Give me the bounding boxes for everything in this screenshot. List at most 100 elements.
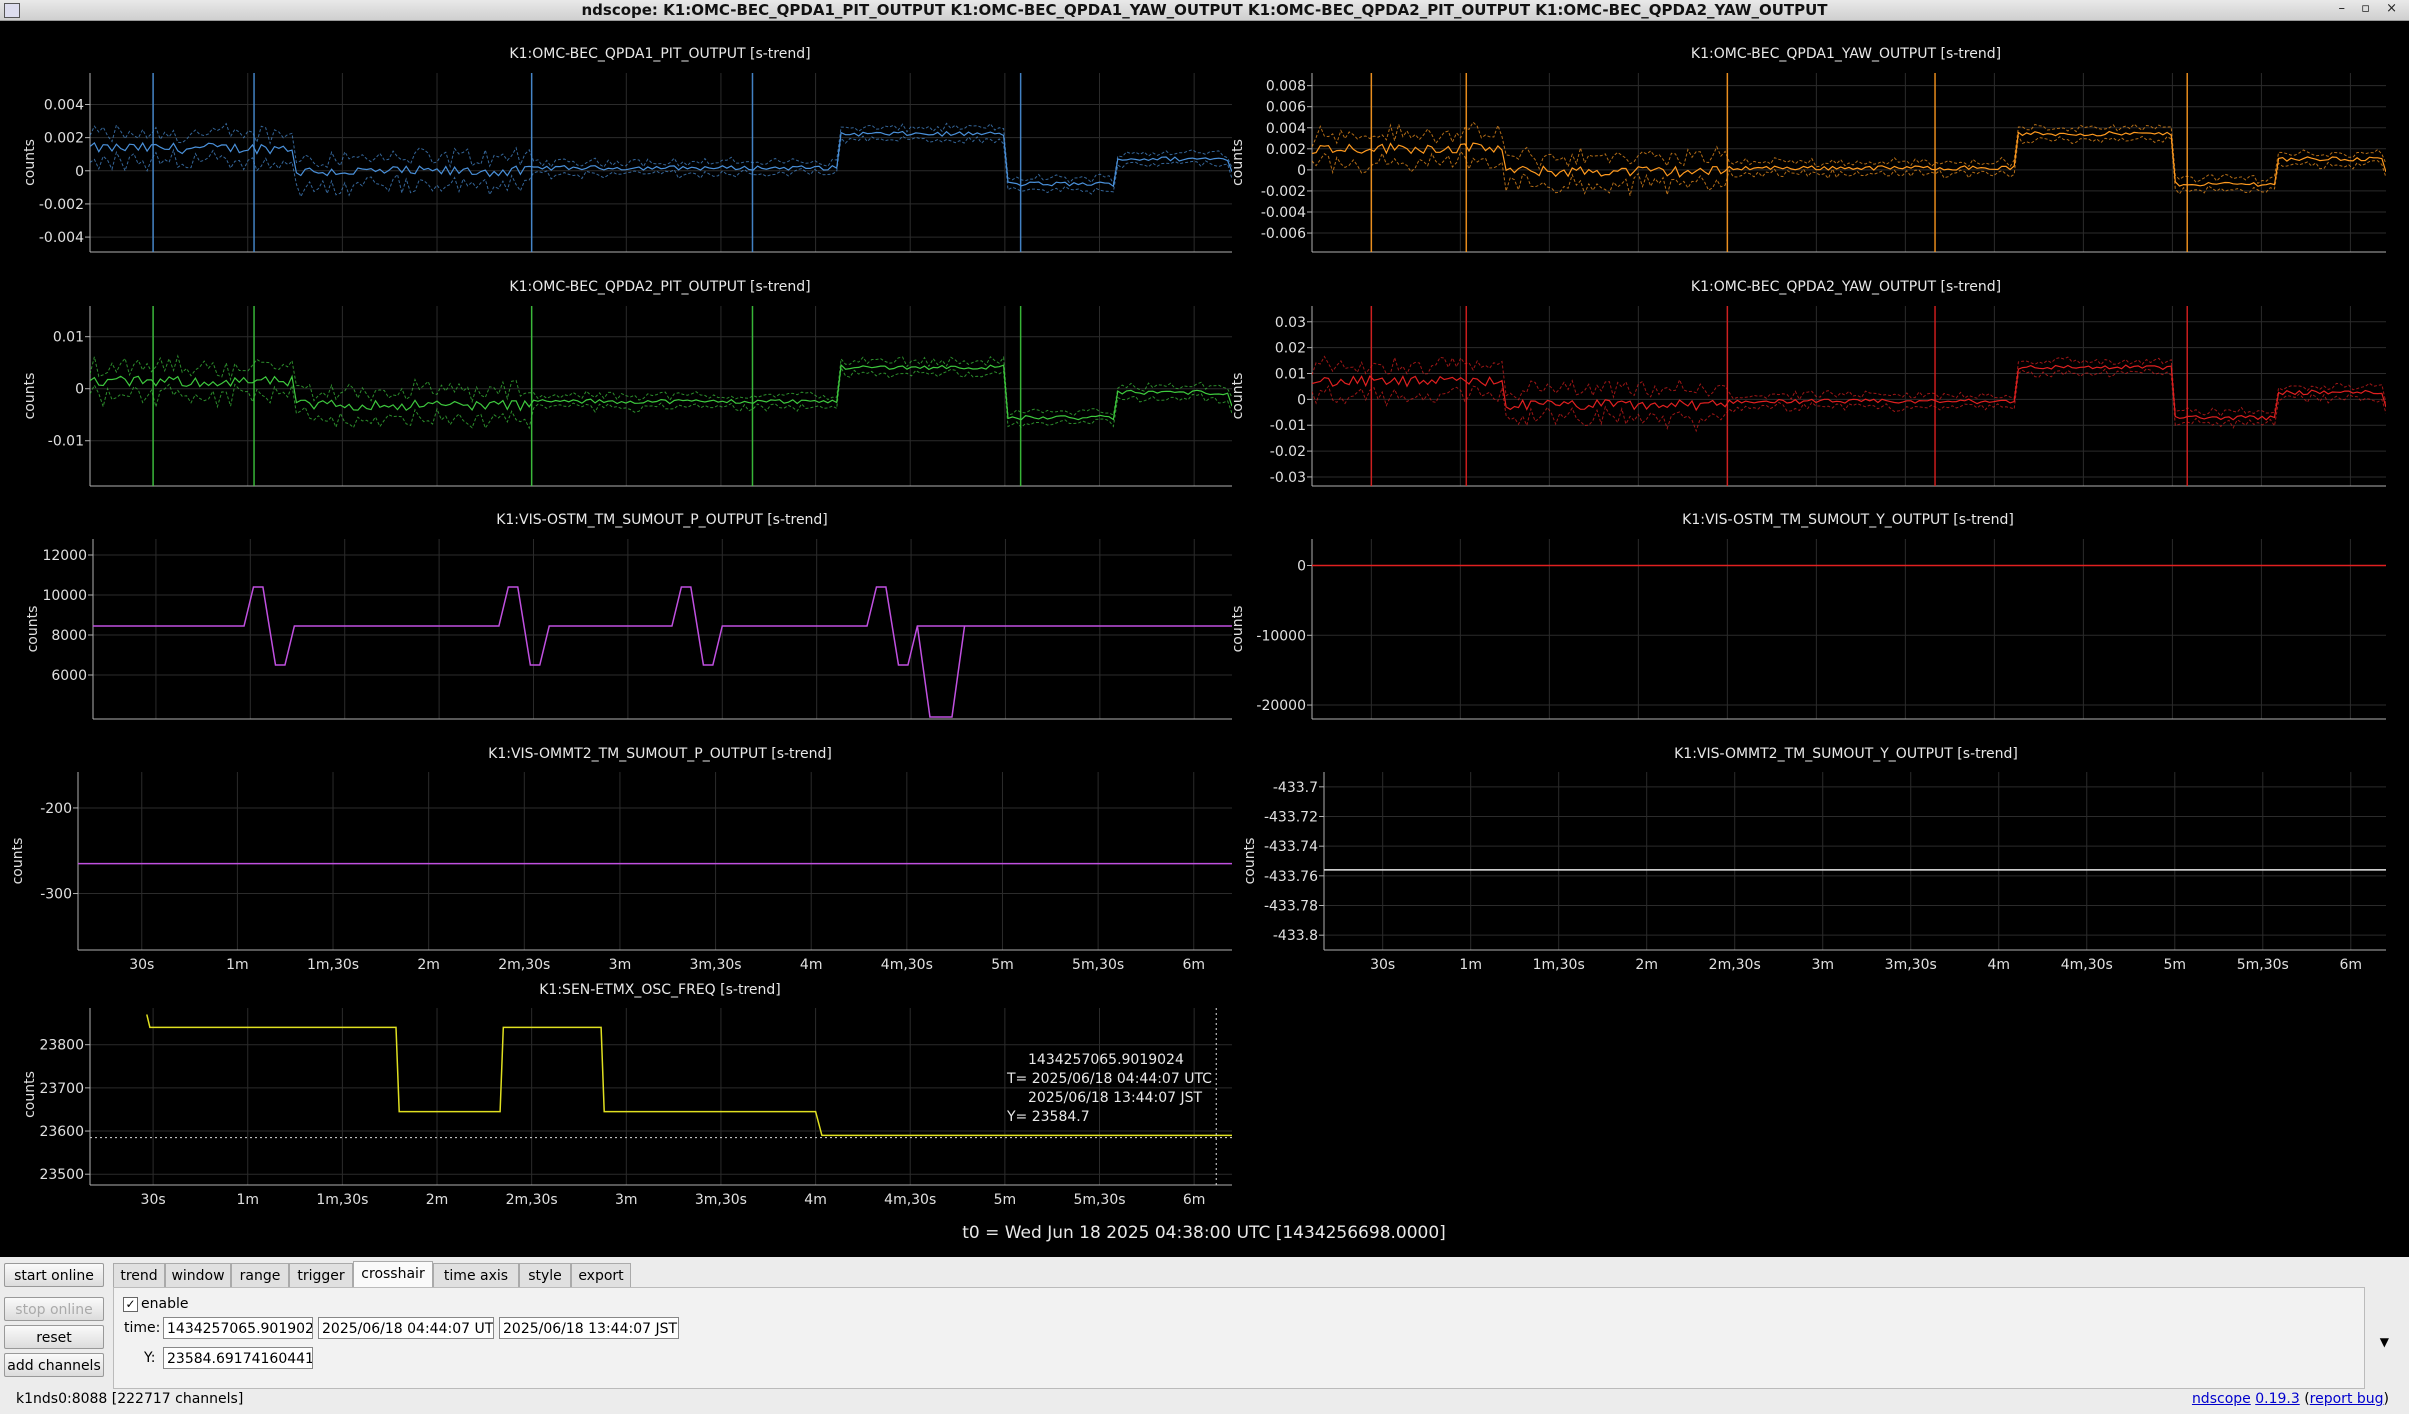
tab-window[interactable]: window bbox=[165, 1263, 231, 1287]
x-tick-label: 5m,30s bbox=[2237, 957, 2289, 973]
y-axis-label: counts bbox=[1242, 838, 1258, 885]
scope-canvas[interactable]: K1:OMC-BEC_QPDA1_PIT_OUTPUT [s-trend] 0.0… bbox=[0, 20, 2409, 1257]
tab-export[interactable]: export bbox=[571, 1263, 631, 1287]
x-tick-label: 1m bbox=[236, 1192, 259, 1208]
version-link[interactable]: 0.19.3 bbox=[2255, 1391, 2300, 1407]
y-tick-label: 0 bbox=[75, 164, 84, 180]
series-line bbox=[93, 586, 1232, 666]
control-panel: start online stop online reset add chann… bbox=[0, 1257, 2409, 1414]
tab-crosshair[interactable]: crosshair bbox=[353, 1261, 433, 1288]
y-axis-label: counts bbox=[25, 606, 41, 653]
y-tick-label: -0.02 bbox=[1270, 444, 1306, 460]
series-max-line bbox=[1312, 121, 2386, 185]
x-tick-label: 2m bbox=[1635, 957, 1658, 973]
series-min-line bbox=[1312, 134, 2386, 197]
tab-range[interactable]: range bbox=[231, 1263, 289, 1287]
series-min-line bbox=[90, 366, 1232, 430]
ndscope-link[interactable]: ndscope bbox=[2192, 1391, 2251, 1407]
time-jst-field[interactable]: 2025/06/18 13:44:07 JST bbox=[499, 1317, 679, 1339]
x-tick-label: 1m,30s bbox=[316, 1192, 368, 1208]
x-tick-label: 3m,30s bbox=[690, 957, 742, 973]
y-axis-label: counts bbox=[1230, 139, 1246, 186]
time-label: time: bbox=[124, 1320, 161, 1336]
x-tick-label: 2m bbox=[417, 957, 440, 973]
y-axis-label: counts bbox=[22, 1071, 38, 1118]
y-tick-label: -300 bbox=[40, 887, 72, 903]
stop-online-button[interactable]: stop online bbox=[4, 1297, 104, 1321]
plot-3: K1:OMC-BEC_QPDA2_PIT_OUTPUT [s-trend] 0.0… bbox=[22, 279, 1232, 487]
series-mean-line bbox=[90, 130, 1232, 188]
y-tick-label: -433.7 bbox=[1273, 780, 1318, 796]
x-tick-label: 4m,30s bbox=[2061, 957, 2113, 973]
y-tick-label: -433.72 bbox=[1264, 810, 1318, 826]
enable-label: enable bbox=[141, 1296, 189, 1312]
plot-title: K1:OMC-BEC_QPDA2_PIT_OUTPUT [s-trend] bbox=[509, 279, 810, 295]
x-tick-label: 1m bbox=[226, 957, 249, 973]
x-tick-label: 2m,30s bbox=[506, 1192, 558, 1208]
y-tick-label: -10000 bbox=[1256, 628, 1306, 644]
series-max-line bbox=[90, 354, 1232, 417]
plot-title: K1:VIS-OMMT2_TM_SUMOUT_P_OUTPUT [s-trend… bbox=[488, 746, 832, 762]
enable-checkbox[interactable]: ✓ bbox=[123, 1297, 138, 1312]
add-channels-button[interactable]: add channels bbox=[4, 1353, 104, 1377]
plot-title: K1:VIS-OSTM_TM_SUMOUT_Y_OUTPUT [s-trend] bbox=[1682, 512, 2014, 528]
y-tick-label: 0.002 bbox=[44, 131, 84, 147]
plot-title: K1:VIS-OSTM_TM_SUMOUT_P_OUTPUT [s-trend] bbox=[496, 512, 828, 528]
y-tick-label: -0.004 bbox=[39, 230, 84, 246]
y-tick-label: -433.74 bbox=[1264, 839, 1318, 855]
x-tick-label: 3m bbox=[615, 1192, 638, 1208]
tab-trigger[interactable]: trigger bbox=[289, 1263, 353, 1287]
y-tick-label: -200 bbox=[40, 801, 72, 817]
x-tick-label: 4m,30s bbox=[881, 957, 933, 973]
y-tick-label: -433.78 bbox=[1264, 899, 1318, 915]
plot-1: K1:OMC-BEC_QPDA1_PIT_OUTPUT [s-trend] 0.0… bbox=[22, 46, 1232, 253]
y-tick-label: 0.03 bbox=[1275, 315, 1306, 331]
x-tick-label: 2m bbox=[426, 1192, 449, 1208]
status-server: k1nds0:8088 [222717 channels] bbox=[16, 1391, 244, 1407]
y-axis-label: counts bbox=[22, 139, 38, 186]
tab-trend[interactable]: trend bbox=[113, 1263, 165, 1287]
x-tick-label: 1m bbox=[1459, 957, 1482, 973]
y-tick-label: 23700 bbox=[39, 1081, 84, 1097]
chevron-down-icon[interactable]: ▼ bbox=[2380, 1335, 2389, 1349]
y-tick-label: 23600 bbox=[39, 1124, 84, 1140]
crosshair-label: Y= 23584.7 bbox=[1006, 1109, 1090, 1125]
start-online-button[interactable]: start online bbox=[4, 1263, 104, 1287]
y-tick-label: -433.8 bbox=[1273, 928, 1318, 944]
report-bug-link[interactable]: report bug bbox=[2310, 1391, 2384, 1407]
tab-time-axis[interactable]: time axis bbox=[433, 1263, 519, 1287]
y-value-field[interactable]: 23584.69174160441 bbox=[163, 1347, 313, 1369]
y-tick-label: -433.76 bbox=[1264, 869, 1318, 885]
x-tick-label: 6m bbox=[1182, 957, 1205, 973]
time-utc-field[interactable]: 2025/06/18 04:44:07 UTC bbox=[318, 1317, 494, 1339]
y-tick-label: 0 bbox=[75, 382, 84, 398]
x-tick-label: 4m bbox=[804, 1192, 827, 1208]
y-label: Y: bbox=[144, 1350, 156, 1366]
plot-title: K1:OMC-BEC_QPDA1_YAW_OUTPUT [s-trend] bbox=[1691, 46, 2001, 62]
y-tick-label: 0.002 bbox=[1266, 142, 1306, 158]
y-tick-label: -0.03 bbox=[1270, 470, 1306, 486]
x-tick-label: 3m,30s bbox=[695, 1192, 747, 1208]
y-axis-label: counts bbox=[10, 838, 26, 885]
x-tick-label: 5m,30s bbox=[1073, 1192, 1125, 1208]
plot-8: K1:VIS-OMMT2_TM_SUMOUT_Y_OUTPUT [s-trend… bbox=[1242, 746, 2386, 973]
plot-9: K1:SEN-ETMX_OSC_FREQ [s-trend] 30s 1m 1m,30… bbox=[22, 982, 1232, 1208]
x-tick-label: 5m bbox=[994, 1192, 1017, 1208]
plot-2: K1:OMC-BEC_QPDA1_YAW_OUTPUT [s-trend] 0.0… bbox=[1230, 46, 2386, 253]
time-gps-field[interactable]: 1434257065.9019024 bbox=[163, 1317, 313, 1339]
y-tick-label: 0 bbox=[1297, 559, 1306, 575]
window-controls[interactable]: – ▫ × bbox=[2339, 1, 2403, 16]
series-group bbox=[93, 586, 1232, 718]
x-tick-label: 3m,30s bbox=[1885, 957, 1937, 973]
plot-5: K1:VIS-OSTM_TM_SUMOUT_P_OUTPUT [s-trend]… bbox=[25, 512, 1232, 720]
series-group bbox=[1312, 73, 2386, 252]
y-tick-label: 0 bbox=[1297, 163, 1306, 179]
x-tick-label: 30s bbox=[141, 1192, 166, 1208]
x-tick-label: 5m,30s bbox=[1072, 957, 1124, 973]
series-group bbox=[1312, 306, 2386, 486]
tab-style[interactable]: style bbox=[519, 1263, 571, 1287]
y-tick-label: 8000 bbox=[51, 628, 87, 644]
reset-button[interactable]: reset bbox=[4, 1325, 104, 1349]
x-tick-label: 6m bbox=[1183, 1192, 1206, 1208]
crosshair-tab-body: ✓ enable time: 1434257065.9019024 2025/0… bbox=[113, 1287, 2365, 1389]
